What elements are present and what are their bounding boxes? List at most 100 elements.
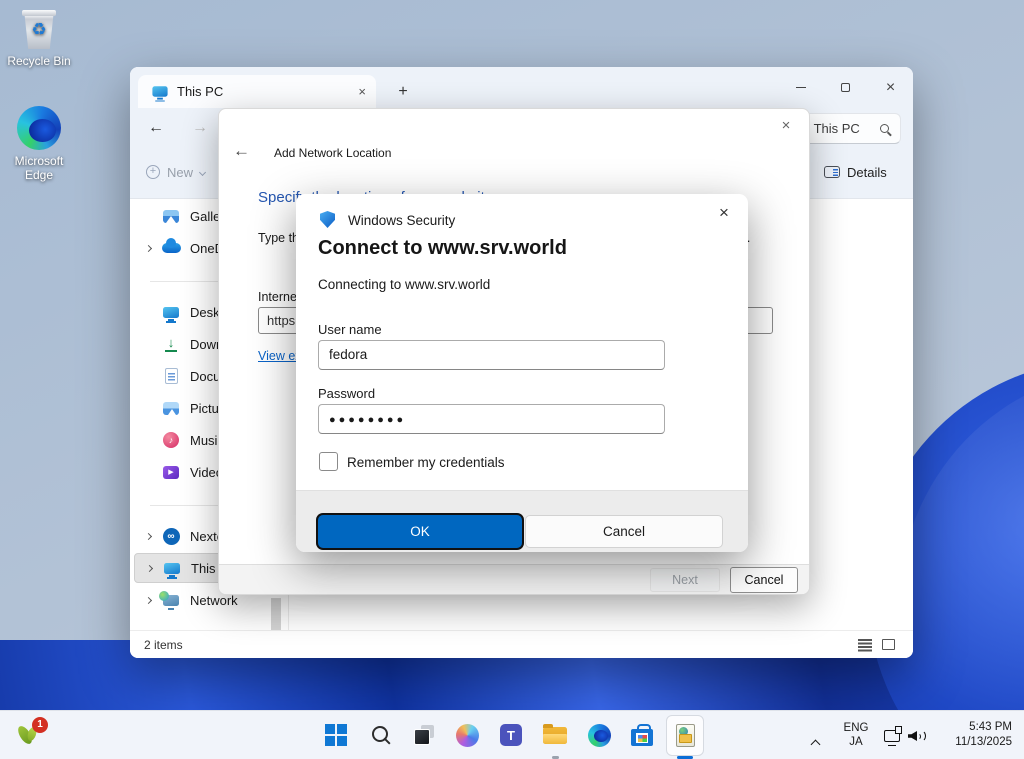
chevron-right-icon[interactable] — [144, 244, 151, 251]
maximize-button[interactable] — [823, 67, 868, 108]
nextcloud-icon: ∞ — [163, 528, 180, 545]
language-line-2: JA — [840, 735, 872, 749]
security-subtitle: Connecting to www.srv.world — [318, 277, 490, 292]
music-icon: ♪ — [163, 432, 179, 448]
chevron-down-icon — [199, 168, 206, 175]
chevron-up-icon — [811, 740, 821, 750]
password-field[interactable]: ●●●●●●●● — [318, 404, 665, 434]
new-button[interactable]: + New — [146, 157, 205, 187]
copilot-button[interactable] — [455, 723, 479, 747]
notification-badge: 1 — [32, 717, 48, 733]
username-label: User name — [318, 322, 382, 337]
task-view-icon — [413, 724, 435, 746]
chevron-right-icon[interactable] — [145, 564, 152, 571]
file-explorer-button[interactable] — [543, 723, 567, 747]
minimize-button[interactable] — [778, 67, 823, 108]
security-app-name: Windows Security — [348, 213, 455, 228]
documents-icon — [165, 368, 178, 384]
teams-button[interactable]: T — [499, 723, 523, 747]
minimize-icon — [796, 87, 806, 88]
time: 5:43 PM — [955, 720, 1012, 735]
this-pc-icon — [164, 563, 180, 574]
details-label: Details — [847, 165, 887, 180]
network-icon — [163, 595, 179, 606]
windows-security-dialog: Windows Security × Connect to www.srv.wo… — [296, 194, 748, 552]
wizard-close-icon[interactable]: × — [775, 115, 797, 137]
recycle-bin-label: Recycle Bin — [4, 54, 74, 68]
close-button[interactable]: × — [868, 67, 913, 108]
monitor-icon — [152, 86, 167, 96]
network-tray-icon[interactable] — [884, 730, 900, 742]
gallery-icon — [163, 210, 179, 223]
sidebar-scrollbar[interactable] — [271, 598, 281, 633]
new-tab-button[interactable]: + — [392, 81, 414, 103]
tray-overflow-button[interactable] — [812, 735, 819, 753]
wizard-back-button[interactable]: ← — [233, 141, 250, 161]
back-button[interactable]: ← — [138, 108, 174, 148]
close-icon: × — [886, 80, 895, 96]
desktop-icon — [163, 307, 179, 318]
desktop-icon-recycle-bin[interactable]: ♻ Recycle Bin — [4, 10, 74, 68]
tab-close-icon[interactable]: × — [358, 85, 366, 98]
microsoft-store-icon — [631, 724, 653, 746]
teams-icon: T — [500, 724, 522, 746]
windows-logo-icon — [325, 724, 347, 746]
search-icon — [880, 124, 889, 133]
edge-button[interactable] — [587, 723, 611, 747]
language-indicator[interactable]: ENG JA — [840, 721, 872, 749]
security-close-icon[interactable]: × — [712, 201, 736, 225]
list-view-icon[interactable] — [858, 639, 872, 640]
security-title: Connect to www.srv.world — [318, 237, 567, 260]
maximize-icon — [841, 83, 850, 92]
plus-circle-icon: + — [146, 165, 160, 179]
widgets-button[interactable]: 1 — [14, 719, 54, 753]
tab-this-pc[interactable]: This PC × — [138, 75, 376, 108]
remember-credentials-label: Remember my credentials — [347, 455, 505, 470]
taskbar: 1 T ENG JA — [0, 710, 1024, 759]
wizard-footer — [219, 564, 809, 595]
details-button[interactable]: Details — [824, 159, 887, 185]
security-cancel-button[interactable]: Cancel — [525, 515, 723, 548]
edge-label: Microsoft Edge — [7, 154, 71, 182]
onedrive-icon — [162, 243, 181, 253]
large-icons-view-icon[interactable] — [882, 639, 895, 650]
details-pane-icon — [824, 166, 840, 178]
tab-title: This PC — [177, 84, 349, 99]
desktop: ♻ Recycle Bin Microsoft Edge This PC × +… — [0, 0, 1024, 759]
downloads-icon: ↓ — [164, 336, 178, 352]
password-label: Password — [318, 386, 375, 401]
start-button[interactable] — [324, 723, 348, 747]
wizard-cancel-button[interactable]: Cancel — [730, 567, 798, 593]
date: 11/13/2025 — [955, 735, 1012, 750]
task-view-button[interactable] — [412, 723, 436, 747]
language-line-1: ENG — [840, 721, 872, 735]
recycle-bin-icon: ♻ — [22, 10, 56, 50]
clock[interactable]: 5:43 PM 11/13/2025 — [955, 720, 1012, 750]
copilot-icon — [456, 724, 479, 747]
chevron-right-icon[interactable] — [144, 532, 151, 539]
edge-icon — [588, 724, 611, 747]
store-button[interactable] — [630, 723, 654, 747]
folder-icon — [543, 727, 567, 744]
edge-icon — [17, 106, 61, 150]
status-bar: 2 items — [130, 630, 913, 658]
forward-button[interactable]: → — [182, 108, 218, 148]
username-field[interactable]: fedora — [318, 340, 665, 370]
taskbar-search-button[interactable] — [369, 723, 393, 747]
recycle-symbol-icon: ♻ — [22, 21, 56, 38]
videos-icon: ▶ — [163, 466, 179, 479]
desktop-icon-microsoft-edge[interactable]: Microsoft Edge — [4, 106, 74, 182]
wizard-title: Add Network Location — [274, 146, 391, 160]
search-icon — [371, 725, 391, 745]
shield-icon — [320, 211, 335, 228]
pictures-icon — [163, 402, 179, 415]
network-wizard-icon — [676, 724, 695, 747]
active-wizard-taskbar-button[interactable] — [666, 715, 704, 756]
item-count: 2 items — [144, 638, 183, 652]
volume-tray-icon[interactable] — [908, 729, 928, 743]
chevron-right-icon[interactable] — [144, 596, 151, 603]
next-button[interactable]: Next — [650, 568, 720, 592]
remember-credentials-checkbox[interactable] — [319, 452, 338, 471]
ok-button[interactable]: OK — [318, 515, 522, 548]
window-controls: × — [778, 67, 913, 108]
